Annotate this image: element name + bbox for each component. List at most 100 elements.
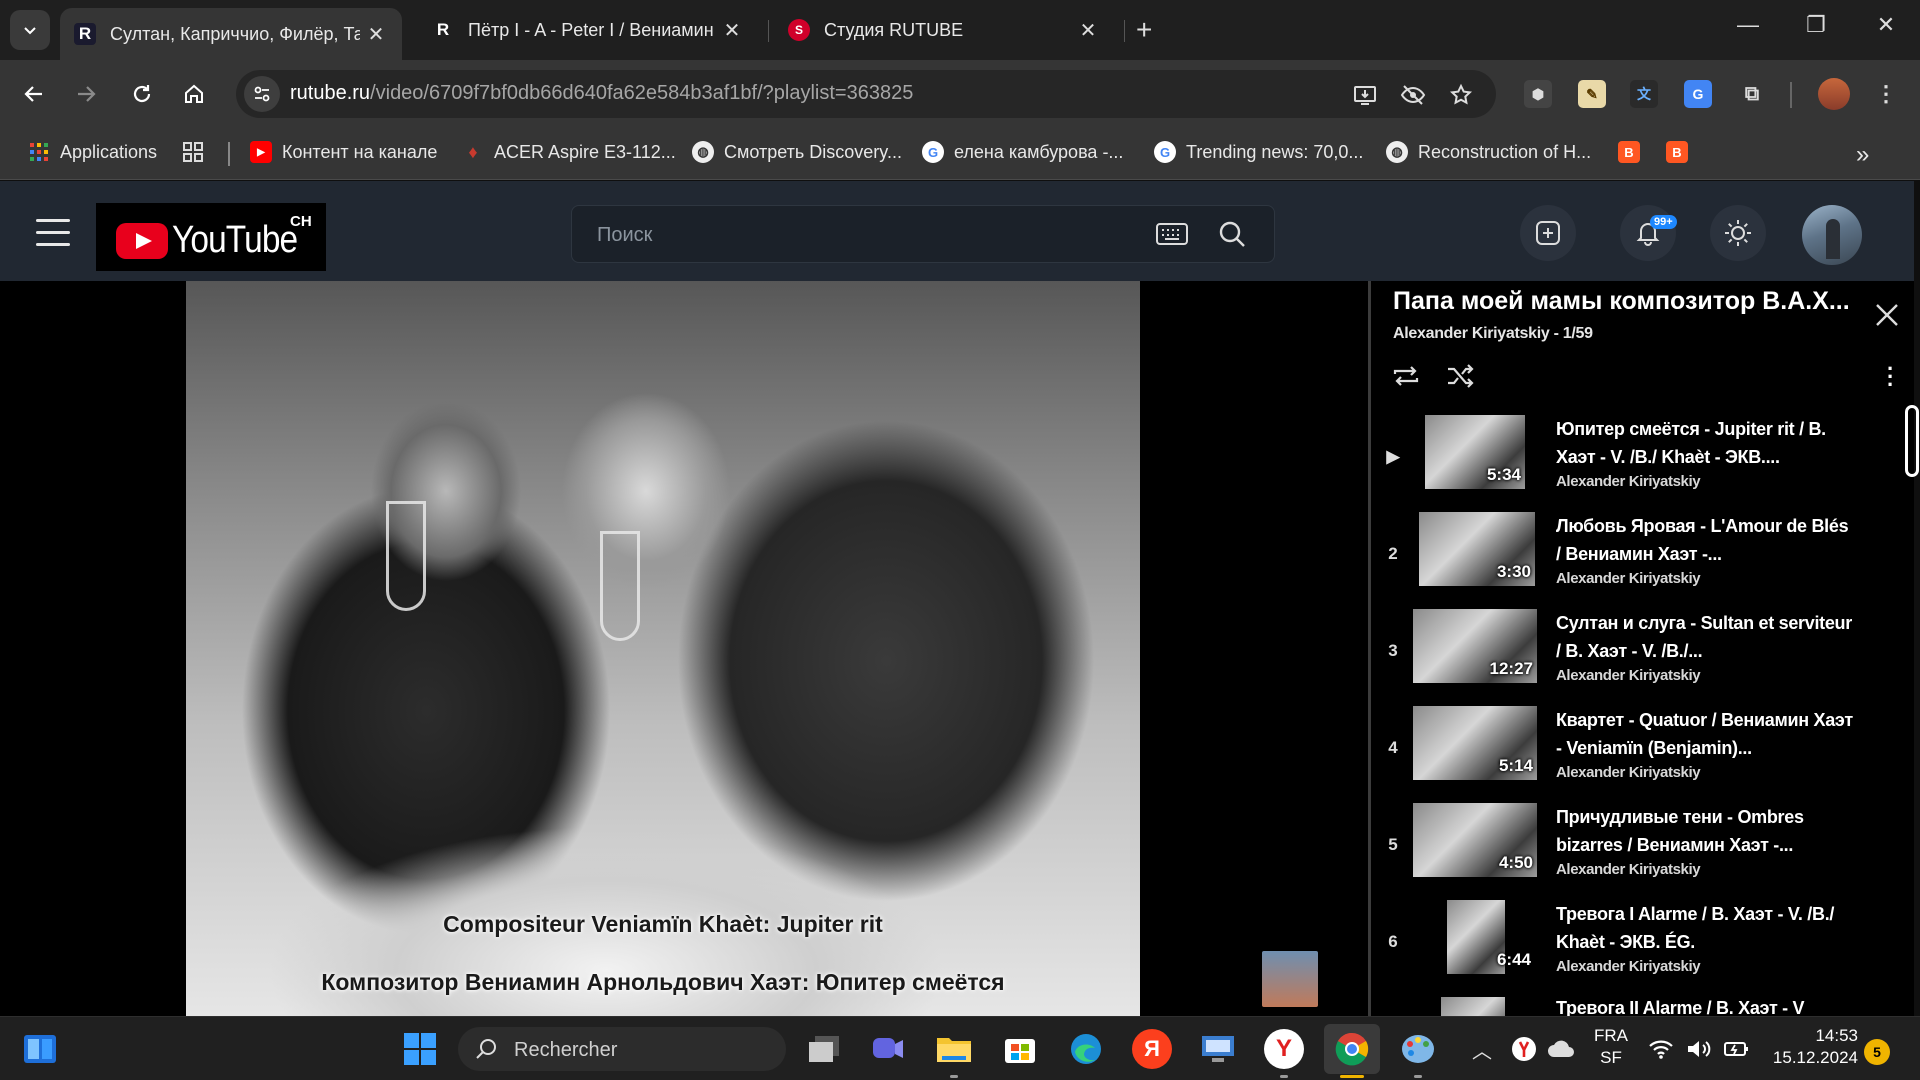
bookmark-trending[interactable]: G Trending news: 70,0... (1154, 141, 1363, 163)
keyboard-icon[interactable] (1156, 222, 1188, 251)
tab-3[interactable]: S Студия RUTUBE ✕ (774, 8, 1114, 52)
address-bar[interactable]: rutube.ru/video/6709f7bf0db66d640fa62e58… (236, 70, 1496, 118)
shuffle-icon[interactable] (1445, 361, 1475, 391)
more-kebab-icon[interactable]: · · · (1887, 358, 1894, 396)
yandex-browser-icon[interactable]: Я (1132, 1029, 1172, 1069)
bookmark-blogger-1[interactable]: B (1618, 141, 1650, 163)
back-button[interactable] (18, 78, 50, 110)
youtube-icon: ▶ (250, 141, 272, 163)
extension-shield-icon[interactable]: ⬢ (1524, 80, 1552, 108)
blogger-icon: B (1618, 141, 1640, 163)
video-thumbnail: 4:50 (1413, 803, 1537, 877)
volume-icon[interactable] (1684, 1029, 1714, 1069)
arrow-left-icon (24, 86, 42, 102)
install-app-icon[interactable] (1352, 82, 1378, 108)
eye-off-icon[interactable] (1400, 82, 1426, 108)
playlist-item[interactable]: 3 12:27 Султан и слуга - Sultan et servi… (1371, 609, 1891, 701)
clock[interactable]: 14:53 15.12.2024 (1768, 1025, 1858, 1069)
tray-overflow-chevron-icon[interactable]: ︿ (1468, 1029, 1496, 1069)
menu-hamburger-icon[interactable] (36, 219, 70, 255)
teams-chat-icon[interactable] (868, 1029, 908, 1069)
video-thumbnail: 12:27 (1413, 609, 1537, 683)
channel-thumbnail[interactable] (1262, 951, 1318, 1007)
taskbar-search-input[interactable]: Rechercher (458, 1027, 786, 1071)
extensions-puzzle-icon[interactable]: ⧉ (1738, 80, 1766, 108)
language-code: FRA (1594, 1026, 1628, 1045)
browser-toolbar: rutube.ru/video/6709f7bf0db66d640fa62e58… (0, 60, 1920, 128)
menu-kebab-icon[interactable]: ⋮ (1872, 80, 1900, 108)
close-icon[interactable]: ✕ (1076, 18, 1100, 43)
tab-groups-button[interactable] (182, 141, 214, 163)
item-channel: Alexander Kiriyatskiy (1556, 861, 1701, 878)
home-button[interactable] (178, 78, 210, 110)
theme-toggle-button[interactable] (1710, 205, 1766, 261)
close-window-icon[interactable]: ✕ (1866, 12, 1906, 38)
site-info-button[interactable] (244, 76, 280, 112)
close-icon[interactable]: ✕ (364, 22, 388, 47)
notifications-button[interactable]: 99+ (1620, 205, 1677, 261)
video-thumbnail: 5:14 (1413, 706, 1537, 780)
bookmark-acer[interactable]: ♦ ACER Aspire E3-112... (462, 141, 676, 163)
close-icon[interactable]: ✕ (720, 18, 744, 43)
profile-avatar[interactable] (1818, 78, 1850, 110)
task-view-icon[interactable] (804, 1029, 844, 1069)
extension-note-icon[interactable]: ✎ (1578, 80, 1606, 108)
tab-2[interactable]: R Пётр I - A - Peter I / Вениамин ✕ (418, 8, 758, 52)
playlist-item[interactable]: ▶ 5:34 Юпитер смеётся - Jupiter rit / В.… (1371, 415, 1891, 507)
bookmark-star-icon[interactable] (1448, 82, 1474, 108)
tab-separator (768, 20, 769, 42)
video-player[interactable]: Compositeur Veniamïn Khaèt: Jupiter rit … (0, 281, 1368, 1016)
tab-search-button[interactable] (10, 10, 50, 50)
wifi-icon[interactable] (1646, 1029, 1676, 1069)
bookmark-kamburova[interactable]: G елена камбурова -... (922, 141, 1123, 163)
bookmark-reconstruction[interactable]: ◍ Reconstruction of H... (1386, 141, 1591, 163)
google-translate-icon[interactable]: G (1684, 80, 1712, 108)
playlist-item[interactable]: 6 6:44 Тревога I Alarme / В. Хаэт - V. /… (1371, 900, 1891, 992)
user-avatar[interactable] (1802, 205, 1862, 265)
repeat-icon[interactable] (1391, 361, 1421, 391)
tab-active[interactable]: R Султан, Каприччио, Филёр, Та ✕ (60, 8, 402, 60)
restore-icon[interactable]: ❐ (1796, 12, 1836, 38)
google-icon: G (922, 141, 944, 163)
duration-label: 5:34 (1486, 465, 1521, 484)
minimize-icon[interactable]: — (1728, 12, 1768, 38)
bookmark-label: ACER Aspire E3-112... (494, 141, 676, 162)
scrollbar-handle[interactable] (1905, 405, 1919, 477)
windows-start-icon[interactable] (400, 1029, 440, 1069)
search-icon (474, 1037, 498, 1066)
bookmark-label: Смотреть Discovery... (724, 141, 902, 162)
bookmarks-overflow-button[interactable]: » (1856, 141, 1869, 169)
playlist-item[interactable]: Тревога II Alarme / В. Хаэт - V (1371, 997, 1891, 1016)
create-button[interactable] (1520, 205, 1576, 261)
bookmark-applications[interactable]: Applications (28, 141, 157, 163)
close-icon[interactable] (1873, 301, 1901, 329)
yandex-tray-icon[interactable] (1508, 1029, 1540, 1069)
bookmark-discovery[interactable]: ◍ Смотреть Discovery... (692, 141, 902, 163)
file-explorer-icon[interactable] (934, 1029, 974, 1069)
playlist-item[interactable]: 5 4:50 Причудливые тени - Ombres bizarre… (1371, 803, 1891, 895)
weather-cloud-icon[interactable] (1544, 1029, 1578, 1069)
forward-button[interactable] (70, 78, 102, 110)
search-input[interactable]: Поиск (571, 205, 1275, 263)
bookmark-kontent[interactable]: ▶ Контент на канале (250, 141, 437, 163)
extension-translate-text-icon[interactable]: 文 (1630, 80, 1658, 108)
site-logo[interactable]: YouTube CH (96, 203, 326, 271)
notification-count-badge[interactable]: 5 (1864, 1039, 1890, 1065)
paint-icon[interactable] (1398, 1029, 1438, 1069)
new-tab-button[interactable]: + (1136, 14, 1152, 46)
microsoft-store-icon[interactable] (1000, 1029, 1040, 1069)
yandex-icon[interactable]: Y (1264, 1029, 1304, 1069)
edge-browser-icon[interactable] (1066, 1029, 1106, 1069)
playlist-item[interactable]: 4 5:14 Квартет - Quatuor / Вениамин Хаэт… (1371, 706, 1891, 798)
widgets-icon[interactable] (20, 1029, 60, 1069)
search-icon[interactable] (1218, 220, 1246, 253)
item-index: 3 (1388, 641, 1398, 660)
battery-icon[interactable] (1722, 1029, 1752, 1069)
playlist-title[interactable]: Папа моей мамы композитор В.А.Х... (1393, 287, 1863, 316)
remote-desktop-icon[interactable] (1198, 1029, 1238, 1069)
reload-button[interactable] (126, 78, 158, 110)
chrome-icon[interactable] (1324, 1024, 1380, 1074)
bookmark-blogger-2[interactable]: B (1666, 141, 1698, 163)
playlist-item[interactable]: 2 3:30 Любовь Яровая - L'Amour de Blés /… (1371, 512, 1891, 604)
input-language[interactable]: FRA SF (1588, 1025, 1634, 1069)
